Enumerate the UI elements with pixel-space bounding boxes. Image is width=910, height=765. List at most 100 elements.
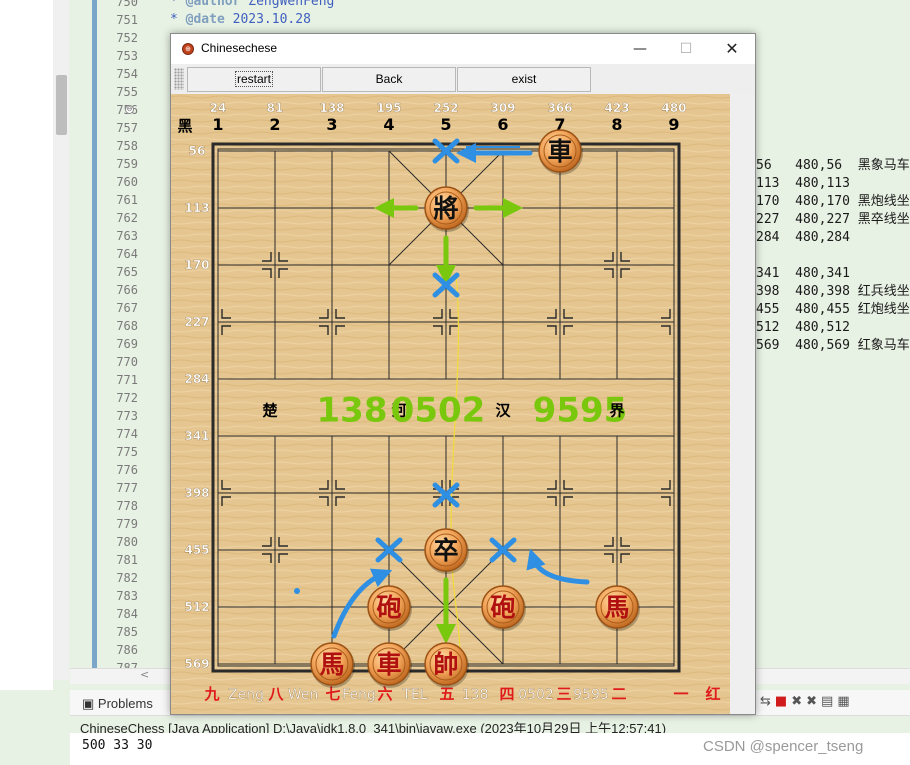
line-number: 752 xyxy=(116,31,138,45)
left-coordinate-label: 170 xyxy=(184,258,209,272)
river-text: 汉 xyxy=(495,402,511,420)
chess-piece[interactable]: 卒 xyxy=(424,528,469,574)
exist-button[interactable]: exist xyxy=(457,67,591,92)
line-number: 777 xyxy=(116,481,138,495)
bottom-caption-text: 9595 xyxy=(573,687,609,703)
line-number: 766 xyxy=(116,283,138,297)
chess-piece[interactable]: 砲 xyxy=(481,585,526,631)
bottom-caption-text: 0502 xyxy=(518,687,554,703)
bottom-column-label: 二 xyxy=(611,685,626,703)
back-button[interactable]: Back xyxy=(322,67,456,92)
chess-piece[interactable]: 將 xyxy=(424,186,469,232)
code-fragment-line: 56 480,56 黑象马车 xyxy=(756,158,910,173)
line-number: 753 xyxy=(116,49,138,63)
line-number: 770 xyxy=(116,355,138,369)
code-line-date: * @date 2023.10.28 xyxy=(170,12,311,27)
bottom-column-label: 九 xyxy=(203,685,219,703)
piece-character: 帥 xyxy=(433,650,458,679)
left-coordinate-label: 284 xyxy=(184,372,209,386)
chess-piece[interactable]: 馬 xyxy=(310,642,355,688)
top-coordinate-label: 24 xyxy=(210,101,227,115)
piece-character: 砲 xyxy=(490,593,515,622)
piece-character: 馬 xyxy=(319,650,344,679)
fold-toggle-icon[interactable]: ⊖ xyxy=(125,105,134,114)
bottom-column-label: 四 xyxy=(499,685,514,703)
scroll-lock-icon[interactable]: ▦ xyxy=(837,694,853,709)
chess-piece[interactable]: 砲 xyxy=(367,585,412,631)
code-fragment-line: 455 480,455 红炮线坐 xyxy=(756,302,910,317)
remove-all-icon[interactable]: ✖ xyxy=(806,694,821,709)
top-coordinate-label: 138 xyxy=(319,101,344,115)
column-number-label: 4 xyxy=(383,115,394,134)
tab-problems[interactable]: ▣ Problems xyxy=(82,696,153,712)
chess-piece[interactable]: 馬 xyxy=(595,585,640,631)
piece-character: 車 xyxy=(547,137,572,166)
remove-launch-icon[interactable]: ✖ xyxy=(791,694,806,709)
top-coordinate-label: 252 xyxy=(433,101,458,115)
code-editor[interactable]: * @author ZengWenFeng * @date 2023.10.28 xyxy=(170,0,334,29)
river-text: 0502 xyxy=(391,391,486,431)
clear-console-icon[interactable]: ▤ xyxy=(821,694,837,709)
left-coordinate-label: 227 xyxy=(184,315,209,329)
code-fragment-line: 170 480,170 黑炮线坐 xyxy=(756,194,910,209)
top-coordinate-label: 81 xyxy=(267,101,284,115)
scroll-left-icon[interactable]: < xyxy=(140,668,149,681)
top-coordinate-label: 195 xyxy=(376,101,401,115)
line-number: 771 xyxy=(116,373,138,387)
line-number: 758 xyxy=(116,139,138,153)
column-number-label: 8 xyxy=(611,115,622,134)
maximize-button[interactable]: ☐ xyxy=(663,34,709,64)
river-text: 楚 xyxy=(262,402,278,420)
river-text: 138 xyxy=(317,391,388,431)
bottom-caption-text: TEL xyxy=(401,687,427,703)
top-coordinate-label: 309 xyxy=(490,101,515,115)
pin-icon[interactable]: ⇆ xyxy=(760,694,775,709)
line-number: 776 xyxy=(116,463,138,477)
minimize-button[interactable]: — xyxy=(617,34,663,64)
bottom-column-label: 三 xyxy=(556,685,571,703)
left-coordinate-label: 569 xyxy=(184,657,209,671)
chess-piece[interactable]: 車 xyxy=(367,642,412,688)
code-fragment-line: 341 480,341 xyxy=(756,266,850,281)
code-line-author: * @author ZengWenFeng xyxy=(170,0,335,9)
annotation-dot xyxy=(294,588,300,594)
restart-button[interactable]: restart xyxy=(187,67,321,92)
line-number: 762 xyxy=(116,211,138,225)
code-fragment-line: 569 480,569 红象马车 xyxy=(756,338,910,353)
line-number: 764 xyxy=(116,247,138,261)
line-number: 772 xyxy=(116,391,138,405)
piece-character: 將 xyxy=(433,194,458,223)
console-output-text: 500 33 30 xyxy=(82,738,153,753)
bottom-caption-text: Feng xyxy=(342,687,376,703)
ide-overview-ruler xyxy=(92,0,97,680)
black-side-label: 黑 xyxy=(177,117,192,135)
code-right-fragment: 56 480,56 黑象马车 113 480,113 170 480,170 黑炮线… xyxy=(756,157,910,355)
line-number: 769 xyxy=(116,337,138,351)
line-number: 751 xyxy=(116,13,138,27)
code-fragment-line: 512 480,512 xyxy=(756,320,850,335)
toolbar-grip[interactable] xyxy=(174,68,184,90)
top-coordinate-label: 480 xyxy=(661,101,686,115)
window-titlebar[interactable]: ⊕ Chinesechese — ☐ ✕ xyxy=(171,34,755,64)
top-coordinate-label: 423 xyxy=(604,101,629,115)
line-number: 782 xyxy=(116,571,138,585)
piece-character: 馬 xyxy=(604,593,629,622)
close-button[interactable]: ✕ xyxy=(709,34,755,64)
chess-piece[interactable]: 車 xyxy=(538,129,583,175)
piece-character: 砲 xyxy=(376,593,401,622)
line-number: 784 xyxy=(116,607,138,621)
line-number: 761 xyxy=(116,193,138,207)
line-number: 760 xyxy=(116,175,138,189)
line-number: 754 xyxy=(116,67,138,81)
chess-piece[interactable]: 帥 xyxy=(424,642,469,688)
ide-scrollbar-thumb[interactable] xyxy=(56,75,67,135)
line-number: 773 xyxy=(116,409,138,423)
column-number-label: 9 xyxy=(668,115,679,134)
chess-window: ⊕ Chinesechese — ☐ ✕ restart Back exist xyxy=(170,33,756,715)
code-fragment-line: 398 480,398 红兵线坐 xyxy=(756,284,910,299)
line-number: 785 xyxy=(116,625,138,639)
terminate-icon[interactable]: ■ xyxy=(775,694,791,709)
left-coordinate-label: 56 xyxy=(189,144,206,158)
chess-board[interactable]: 24 81 138 195 252 309 366 423 480黑 1 2 3 4 5 6 7 8 956113… xyxy=(171,94,730,714)
bottom-column-label: 红 xyxy=(705,685,720,703)
